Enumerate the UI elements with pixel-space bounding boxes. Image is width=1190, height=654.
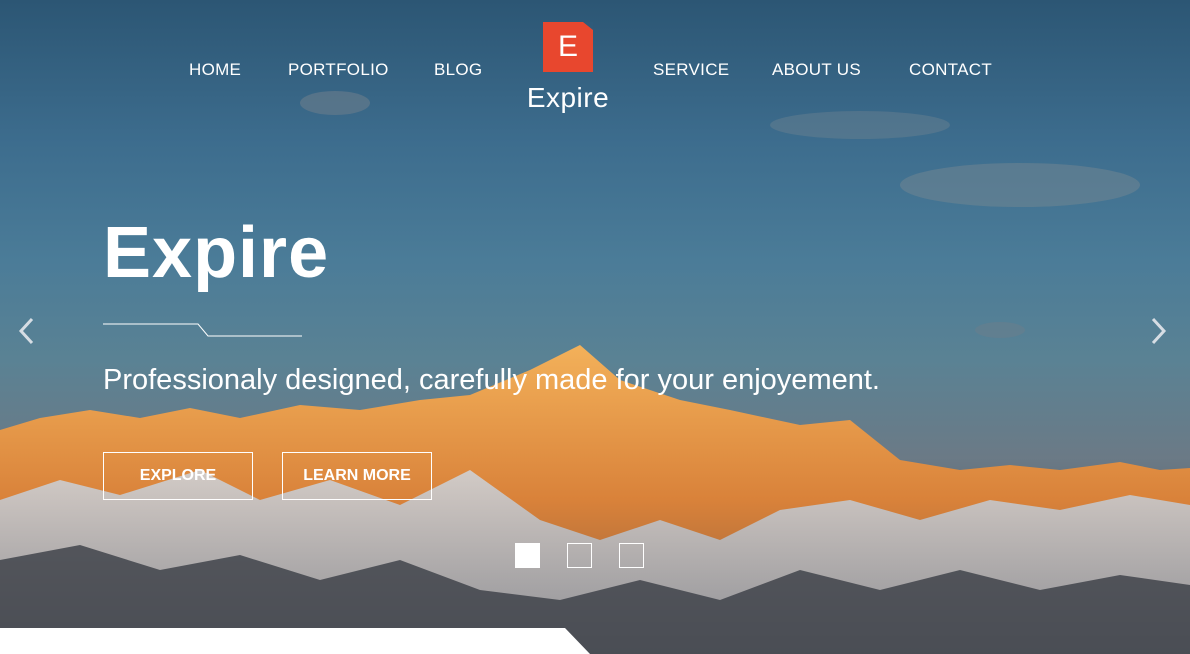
hero-headline: Expire [103,213,330,293]
slide-indicator-3[interactable] [619,543,644,568]
learn-more-button[interactable]: LEARN MORE [282,452,432,500]
nav-home[interactable]: HOME [189,60,241,80]
logo-mark: E [543,22,593,72]
explore-button[interactable]: EXPLORE [103,452,253,500]
headline-divider [103,323,302,337]
hero-tagline: Professionaly designed, carefully made f… [103,364,880,396]
brand-name: Expire [526,82,610,113]
nav-service[interactable]: SERVICE [653,60,729,80]
chevron-right-icon[interactable] [1148,316,1170,346]
nav-about-us[interactable]: ABOUT US [772,60,861,80]
logo-letter: E [557,30,578,63]
slide-indicator-1[interactable] [515,543,540,568]
brand-logo[interactable]: E Expire [520,22,616,114]
nav-contact[interactable]: CONTACT [909,60,992,80]
chevron-left-icon[interactable] [16,316,38,346]
nav-blog[interactable]: BLOG [434,60,482,80]
slide-indicator-2[interactable] [567,543,592,568]
nav-portfolio[interactable]: PORTFOLIO [288,60,389,80]
section-divider-strip [0,628,590,654]
